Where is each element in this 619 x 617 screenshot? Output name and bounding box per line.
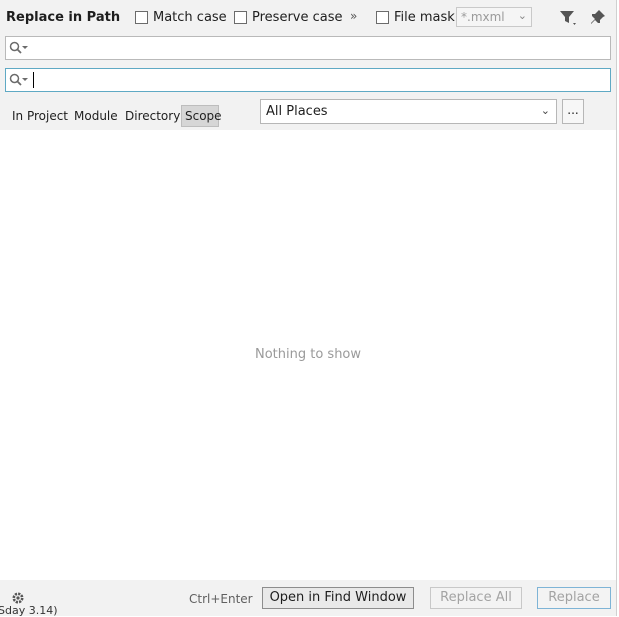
replace-in-path-dialog: Replace in Path Match case Preserve case… (0, 0, 617, 616)
background-editor-text: Sday 3.14) (0, 604, 58, 617)
match-case-box[interactable] (135, 11, 148, 24)
scope-selected: All Places (266, 104, 328, 119)
footer-bar: Ctrl+Enter Open in Find Window Replace A… (0, 580, 616, 612)
search-history-icon[interactable] (9, 41, 29, 59)
replace-input[interactable] (5, 68, 611, 92)
open-in-find-window-button[interactable]: Open in Find Window (262, 587, 414, 609)
empty-state-text: Nothing to show (254, 347, 362, 362)
dialog-title: Replace in Path (6, 10, 121, 25)
chevron-down-icon: ⌄ (540, 104, 550, 117)
file-mask-value: *.mxml (461, 10, 505, 24)
file-mask-label: File mask: (394, 10, 460, 25)
tab-in-project[interactable]: In Project (9, 105, 71, 127)
replace-button[interactable]: Replace (537, 587, 611, 609)
search-input[interactable] (5, 36, 611, 60)
tab-scope[interactable]: Scope (181, 105, 222, 127)
preserve-case-checkbox[interactable]: Preserve case (234, 10, 343, 25)
tab-directory[interactable]: Directory (122, 105, 183, 127)
preserve-case-label: Preserve case (252, 10, 343, 25)
options-bar: Replace in Path Match case Preserve case… (0, 0, 616, 36)
replace-history-icon[interactable] (9, 73, 29, 91)
file-mask-checkbox[interactable]: File mask: (376, 10, 459, 25)
match-case-checkbox[interactable]: Match case (135, 10, 227, 25)
results-panel: Nothing to show (0, 130, 616, 580)
scope-dropdown[interactable]: All Places ⌄ (260, 99, 557, 124)
pin-icon[interactable] (590, 9, 606, 29)
more-options-icon[interactable]: » (350, 9, 357, 23)
shortcut-hint: Ctrl+Enter (189, 592, 253, 606)
tab-module[interactable]: Module (71, 105, 121, 127)
scope-more-button[interactable]: ... (562, 99, 584, 124)
preserve-case-box[interactable] (234, 11, 247, 24)
text-cursor (33, 72, 34, 88)
file-mask-dropdown[interactable]: *.mxml ⌄ (456, 7, 532, 27)
chevron-down-icon: ⌄ (517, 9, 527, 22)
match-case-label: Match case (153, 10, 227, 25)
replace-all-button[interactable]: Replace All (430, 587, 522, 609)
file-mask-box[interactable] (376, 11, 389, 24)
filter-icon[interactable] (559, 9, 579, 31)
